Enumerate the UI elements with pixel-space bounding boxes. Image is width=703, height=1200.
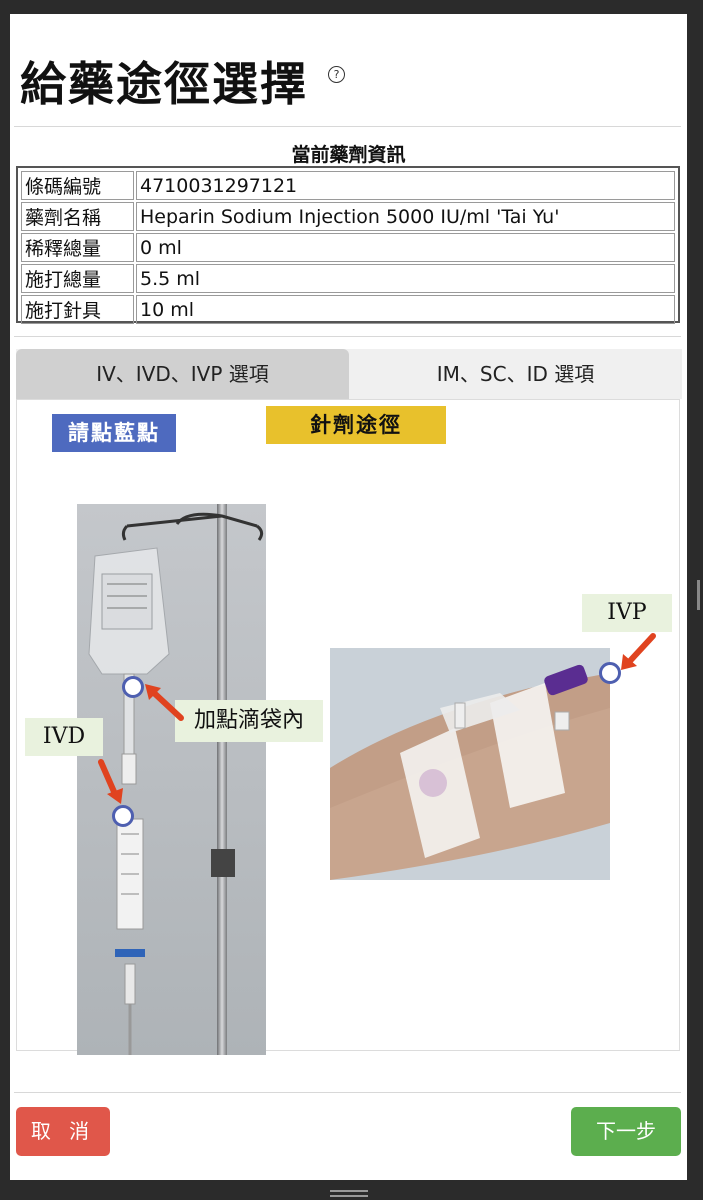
drug-name-key: 藥劑名稱: [21, 202, 134, 231]
drug-info-table: 條碼編號 4710031297121 藥劑名稱 Heparin Sodium I…: [16, 166, 680, 324]
table-row: 條碼編號 4710031297121: [21, 171, 675, 200]
table-row: 稀釋總量 0 ml: [21, 233, 675, 262]
barcode-key: 條碼編號: [21, 171, 134, 200]
route-panel: 請點藍點 針劑途徑 加點滴袋內 IVD IVP: [16, 399, 680, 1055]
ivd-label: IVD: [25, 718, 103, 756]
injection-route-header: 針劑途徑: [266, 406, 446, 444]
question-circle-icon[interactable]: ?: [328, 65, 345, 83]
bag-route-dot[interactable]: [122, 676, 144, 698]
drug-name-value: Heparin Sodium Injection 5000 IU/ml 'Tai…: [136, 202, 675, 231]
dose-key: 施打總量: [21, 264, 134, 293]
divider: [14, 126, 681, 127]
route-selection-dialog: 給藥途徑選擇 ? 當前藥劑資訊 條碼編號 4710031297121 藥劑名稱 …: [10, 14, 687, 1180]
table-row: 施打針具 10 ml: [21, 295, 675, 324]
dilution-key: 稀釋總量: [21, 233, 134, 262]
arm-iv-photo: [330, 648, 610, 880]
bag-arrow-icon: [145, 684, 184, 721]
ivd-arrow-icon: [98, 759, 123, 804]
resize-handle[interactable]: [697, 580, 700, 610]
page-title: 給藥途徑選擇: [20, 57, 308, 111]
dose-value: 5.5 ml: [136, 264, 675, 293]
title-row: 給藥途徑選擇 ?: [20, 46, 345, 116]
syringe-value: 10 ml: [136, 295, 675, 324]
drug-info-caption: 當前藥劑資訊: [291, 144, 406, 166]
divider: [14, 1092, 681, 1093]
next-step-button[interactable]: 下一步: [571, 1107, 681, 1156]
tab-im-sc-id[interactable]: IM、SC、ID 選項: [349, 349, 682, 399]
add-to-bag-label: 加點滴袋內: [175, 700, 323, 742]
ivp-label: IVP: [582, 594, 672, 632]
table-row: 藥劑名稱 Heparin Sodium Injection 5000 IU/ml…: [21, 202, 675, 231]
table-row: 施打總量 5.5 ml: [21, 264, 675, 293]
ivp-arrow-icon: [621, 633, 656, 670]
tab-iv-ivd-ivp[interactable]: IV、IVD、IVP 選項: [16, 349, 349, 399]
cancel-button[interactable]: 取 消: [16, 1107, 110, 1156]
click-blue-dot-hint: 請點藍點: [52, 414, 176, 452]
divider: [14, 336, 681, 337]
bottom-drag-handle[interactable]: [330, 1190, 368, 1200]
barcode-value: 4710031297121: [136, 171, 675, 200]
syringe-key: 施打針具: [21, 295, 134, 324]
ivd-route-dot[interactable]: [112, 805, 134, 827]
ivp-route-dot[interactable]: [599, 662, 621, 684]
route-tabs: IV、IVD、IVP 選項 IM、SC、ID 選項: [16, 349, 682, 399]
dilution-value: 0 ml: [136, 233, 675, 262]
